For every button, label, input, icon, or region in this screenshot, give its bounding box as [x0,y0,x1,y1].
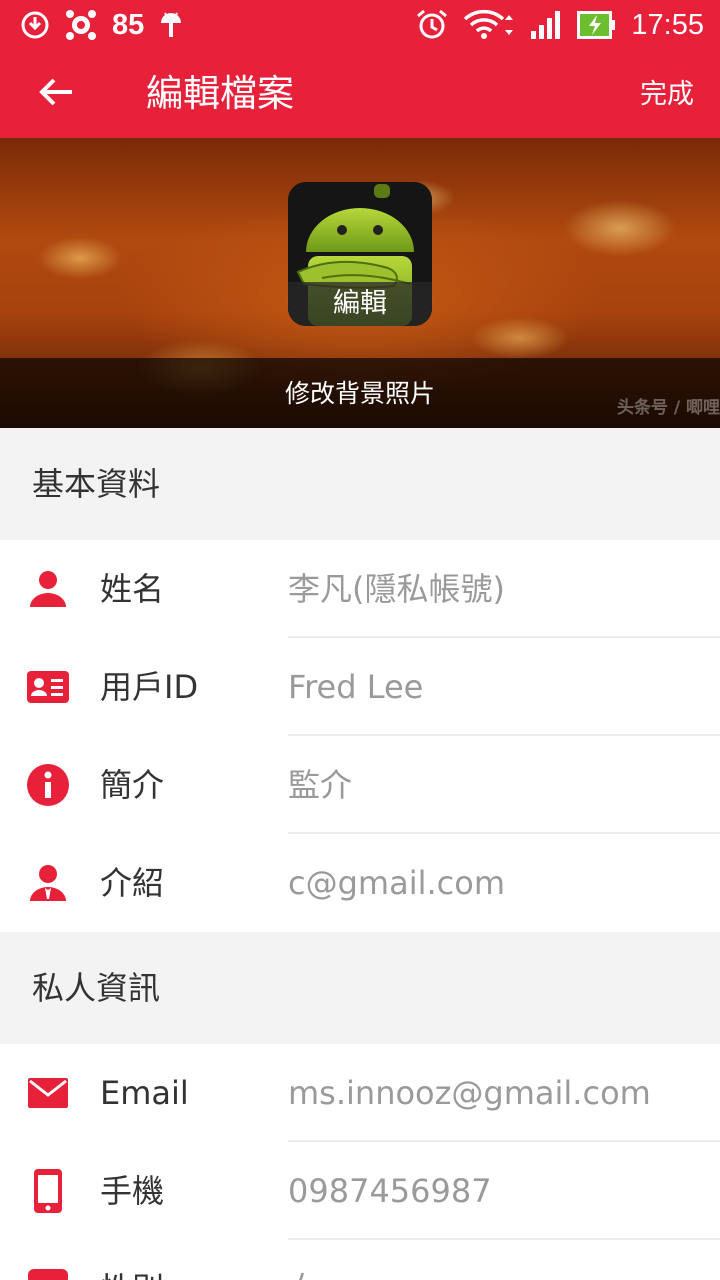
person-tie-icon [24,859,72,907]
back-button[interactable] [26,64,86,124]
done-button[interactable]: 完成 [640,76,694,114]
avatar-edit-label[interactable]: 編輯 [288,282,432,326]
signal-icon [529,9,563,41]
status-time: 17:55 [631,8,704,41]
app-bar: 編輯檔案 完成 [0,50,720,138]
battery-saver-value: 85 [112,8,145,41]
info-icon [24,761,72,809]
list-item-name[interactable]: 姓名 李凡(隱私帳號) [0,540,720,638]
list-item-label: 手機 [100,1172,165,1210]
phone-field[interactable]: 0987456987 [288,1169,492,1213]
user-id-field[interactable]: Fred Lee [288,665,423,709]
download-icon [20,10,50,40]
page-title: 編輯檔案 [146,72,294,115]
wifi-icon [463,9,515,41]
intro-field[interactable]: c@gmail.com [288,861,505,905]
cover-image[interactable]: 編輯 修改背景照片 头条号 / 唧哩 [0,138,720,428]
change-background-button[interactable]: 修改背景照片 [0,374,720,410]
bio-field[interactable]: 監介 [288,763,352,807]
list-item-bio[interactable]: 簡介 監介 [0,736,720,834]
list-item-label: 用戶ID [100,668,199,706]
arrow-left-icon [38,76,74,112]
section-header-private: 私人資訊 [0,932,720,1044]
section-title: 私人資訊 [32,969,161,1007]
alarm-icon [415,8,449,42]
battery-charging-icon [577,9,617,41]
gender-icon [24,1265,72,1280]
status-bar: 85 17:55 [0,0,720,50]
person-icon [24,565,72,613]
list-item-label: 姓名 [100,570,165,608]
email-field[interactable]: ms.innooz@gmail.com [288,1071,651,1115]
list-item-email[interactable]: Email ms.innooz@gmail.com [0,1044,720,1142]
section-title: 基本資料 [32,465,161,503]
list-item-label: 簡介 [100,766,165,804]
list-item-label: 性別 [100,1267,164,1280]
list-item-user-id[interactable]: 用戶ID Fred Lee [0,638,720,736]
phone-icon [24,1167,72,1215]
watermark: 头条号 / 唧哩 [616,398,720,418]
avatar[interactable]: 編輯 [288,182,432,326]
android-icon [158,9,184,41]
list-item-phone[interactable]: 手機 0987456987 [0,1142,720,1240]
section-header-basic: 基本資料 [0,428,720,540]
list-item-intro[interactable]: 介紹 c@gmail.com [0,834,720,932]
list-item-label: Email [100,1074,189,1112]
list-item-gender[interactable]: 性別 女 [0,1240,720,1280]
list-item-label: 介紹 [100,864,165,902]
gender-field[interactable]: 女 [288,1267,320,1280]
mail-icon [24,1069,72,1117]
avast-icon [64,8,98,42]
id-card-icon [24,663,72,711]
name-field[interactable]: 李凡(隱私帳號) [288,567,505,611]
